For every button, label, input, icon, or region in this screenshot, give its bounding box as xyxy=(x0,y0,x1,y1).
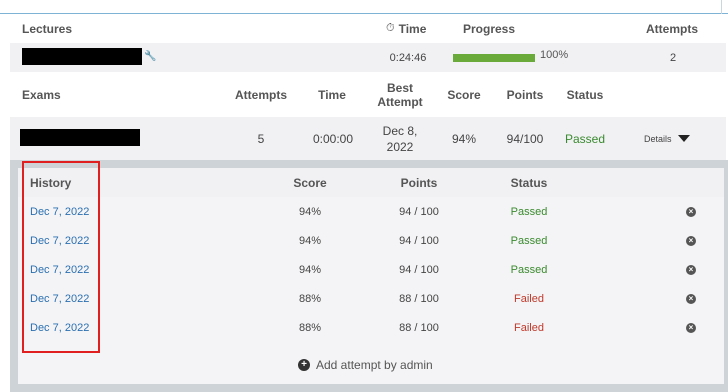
exam-status: Passed xyxy=(564,131,606,146)
history-status: Passed xyxy=(510,205,548,218)
top-strip xyxy=(0,0,728,14)
best-attempt-header: Best Attempt xyxy=(377,80,423,109)
history-row: Dec 7, 2022 88% 88 / 100 Failed × xyxy=(18,284,724,313)
exams-title: Exams xyxy=(22,87,61,102)
history-header: History Score Points Status xyxy=(18,168,724,197)
history-points-header: Points xyxy=(400,175,438,190)
history-panel: History Score Points Status Dec 7, 2022 9… xyxy=(10,160,728,392)
exam-row[interactable]: 5 0:00:00 Dec 8, 2022 94% 94/100 Passed … xyxy=(10,117,726,160)
lecture-time: 0:24:46 xyxy=(389,51,427,64)
lectures-title: Lectures xyxy=(22,21,73,36)
history-points: 88 / 100 xyxy=(399,321,439,334)
history-score-header: Score xyxy=(293,175,327,190)
exam-best-attempt: Dec 8, 2022 xyxy=(382,123,418,154)
history-highlight-box xyxy=(22,161,100,353)
lecture-attempts: 2 xyxy=(669,51,677,64)
exam-score-header: Score xyxy=(447,87,481,102)
history-status: Passed xyxy=(510,234,548,247)
exam-status-header: Status xyxy=(566,87,604,102)
progress-bar xyxy=(453,54,535,62)
exam-points-header: Points xyxy=(506,87,544,102)
exam-score: 94% xyxy=(451,131,477,146)
history-points: 94 / 100 xyxy=(399,263,439,276)
remove-circle-icon: × xyxy=(686,206,696,217)
add-circle-icon: + xyxy=(298,359,310,371)
remove-circle-icon: × xyxy=(686,293,696,304)
history-score: 88% xyxy=(298,321,322,334)
history-row: Dec 7, 2022 88% 88 / 100 Failed × xyxy=(18,313,724,342)
wrench-icon[interactable]: 🔧 xyxy=(144,51,156,62)
exam-attempts-header: Attempts xyxy=(234,87,287,102)
caret-down-icon xyxy=(677,135,690,142)
add-attempt-label: Add attempt by admin xyxy=(316,358,433,372)
lectures-header: Lectures ⏱ Time Progress Attempts xyxy=(10,14,726,43)
history-score: 94% xyxy=(298,263,322,276)
exam-attempts: 5 xyxy=(257,131,265,146)
history-status: Passed xyxy=(510,263,548,276)
history-row: Dec 7, 2022 94% 94 / 100 Passed × xyxy=(18,226,724,255)
history-points: 94 / 100 xyxy=(399,205,439,218)
history-status-header: Status xyxy=(510,175,548,190)
exam-points: 94/100 xyxy=(506,131,544,146)
redacted-exam-name xyxy=(20,129,140,146)
remove-attempt-button[interactable]: × xyxy=(686,226,696,255)
history-score: 94% xyxy=(298,205,322,218)
attempts-header: Attempts xyxy=(646,21,699,36)
exam-time: 0:00:00 xyxy=(312,131,354,146)
remove-circle-icon: × xyxy=(686,235,696,246)
remove-attempt-button[interactable]: × xyxy=(686,284,696,313)
remove-attempt-button[interactable]: × xyxy=(686,197,696,226)
add-attempt-button[interactable]: + Add attempt by admin xyxy=(298,358,433,372)
remove-attempt-button[interactable]: × xyxy=(686,255,696,284)
history-points: 94 / 100 xyxy=(399,234,439,247)
progress-percent: 100% xyxy=(540,49,569,61)
exams-header: Exams Attempts Time Best Attempt Score P… xyxy=(10,72,726,117)
remove-attempt-button[interactable]: × xyxy=(686,313,696,342)
stopwatch-icon: ⏱ xyxy=(386,22,395,34)
remove-circle-icon: × xyxy=(686,264,696,275)
lecture-row[interactable]: 🔧 0:24:46 2 xyxy=(10,43,726,72)
progress-header: Progress xyxy=(463,21,516,36)
history-row: Dec 7, 2022 94% 94 / 100 Passed × xyxy=(18,255,724,284)
history-row: Dec 7, 2022 94% 94 / 100 Passed × xyxy=(18,197,724,226)
history-score: 88% xyxy=(298,292,322,305)
details-toggle[interactable]: Details xyxy=(644,117,690,160)
redacted-lecture-name xyxy=(22,48,142,65)
history-score: 94% xyxy=(298,234,322,247)
history-points: 88 / 100 xyxy=(399,292,439,305)
history-panel-inner: History Score Points Status Dec 7, 2022 9… xyxy=(18,168,724,384)
exam-time-header: Time xyxy=(318,87,346,102)
history-status: Failed xyxy=(514,321,544,334)
history-status: Failed xyxy=(514,292,544,305)
time-header: ⏱ Time xyxy=(386,21,427,36)
remove-circle-icon: × xyxy=(686,322,696,333)
